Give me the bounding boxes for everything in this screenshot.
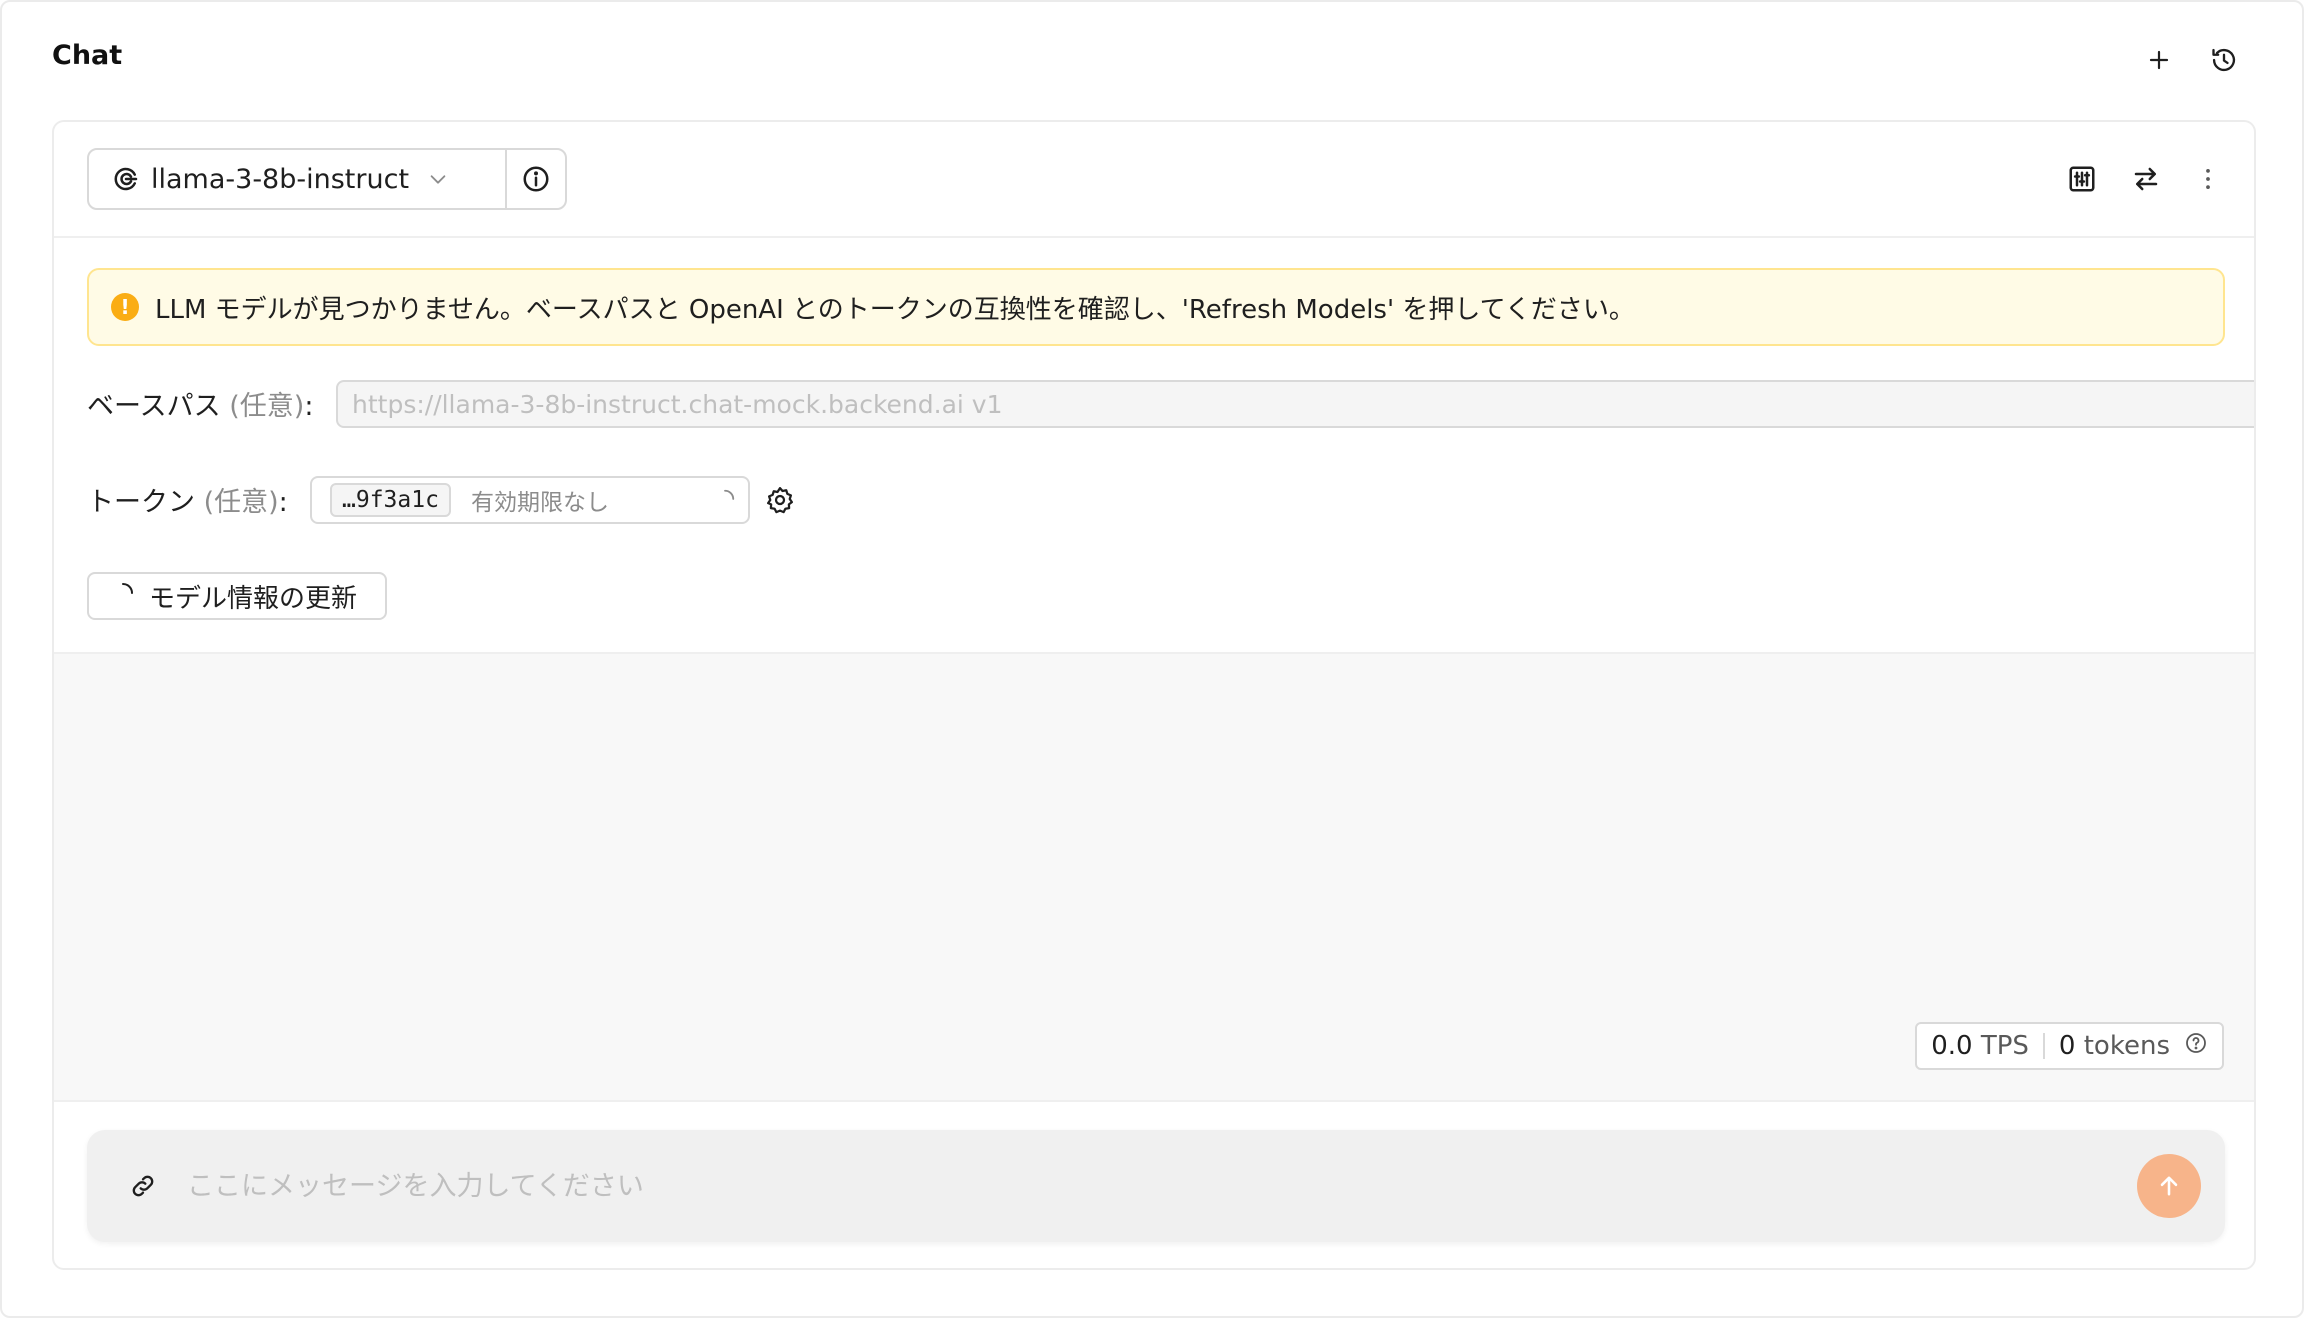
more-options-button[interactable] — [2187, 158, 2229, 200]
chat-page: Chat llama-3-8b-instruct ! LLM モデルが見つかりま… — [0, 0, 2304, 1318]
info-circle-icon — [523, 166, 549, 192]
alert-message: LLM モデルが見つかりません。ベースパスと OpenAI とのトークンの互換性… — [155, 294, 1635, 325]
model-name: llama-3-8b-instruct — [151, 163, 410, 195]
compare-button[interactable] — [2125, 158, 2167, 200]
gear-icon — [767, 487, 793, 514]
token-stats: 0.0 TPS 0 tokens — [1915, 1022, 2224, 1070]
tokens-stat: 0 tokens — [2058, 1031, 2170, 1061]
plus-icon — [2149, 50, 2169, 70]
history-button[interactable] — [2204, 40, 2244, 80]
token-label: トークン (任意): — [87, 487, 288, 518]
arrow-up-icon — [2160, 1176, 2178, 1196]
token-tag: …9f3a1c — [330, 483, 451, 517]
model-select[interactable]: llama-3-8b-instruct — [87, 148, 507, 210]
attach-button[interactable] — [125, 1168, 161, 1204]
openai-logo-icon — [114, 167, 138, 191]
refresh-models-label: モデル情報の更新 — [149, 583, 358, 614]
model-toolbar: llama-3-8b-instruct — [54, 122, 2254, 238]
tps-stat: 0.0 TPS — [1931, 1031, 2029, 1061]
token-select[interactable]: …9f3a1c 有効期限なし — [310, 476, 750, 524]
stats-divider — [2042, 1033, 2045, 1059]
message-input[interactable] — [187, 1160, 2047, 1212]
base-path-label: ベースパス (任意): — [87, 391, 314, 422]
settings-sliders-button[interactable] — [2061, 158, 2103, 200]
token-expiry: 有効期限なし — [470, 490, 609, 516]
send-button[interactable] — [2137, 1154, 2201, 1218]
page-title: Chat — [52, 40, 123, 71]
more-vertical-icon — [2206, 168, 2210, 190]
sliders-icon — [2069, 166, 2095, 192]
loading-spinner-icon — [714, 488, 736, 514]
history-icon — [2212, 48, 2236, 72]
chat-card: llama-3-8b-instruct ! LLM モデルが見つかりません。ベー… — [52, 120, 2256, 1270]
loading-spinner-icon — [111, 581, 135, 612]
token-settings-button[interactable] — [762, 482, 798, 518]
question-circle-icon[interactable] — [2184, 1031, 2208, 1062]
message-composer — [87, 1130, 2225, 1242]
swap-icon — [2134, 167, 2158, 191]
exclamation-circle-icon: ! — [111, 293, 139, 321]
message-list: 0.0 TPS 0 tokens — [54, 652, 2254, 1102]
model-info-button[interactable] — [505, 148, 567, 210]
new-chat-button[interactable] — [2139, 40, 2179, 80]
refresh-models-button[interactable]: モデル情報の更新 — [87, 572, 387, 620]
link-icon — [132, 1175, 154, 1197]
warning-alert: ! LLM モデルが見つかりません。ベースパスと OpenAI とのトークンの互… — [87, 268, 2225, 346]
base-path-input[interactable] — [336, 380, 2254, 428]
chevron-down-icon — [427, 168, 449, 190]
